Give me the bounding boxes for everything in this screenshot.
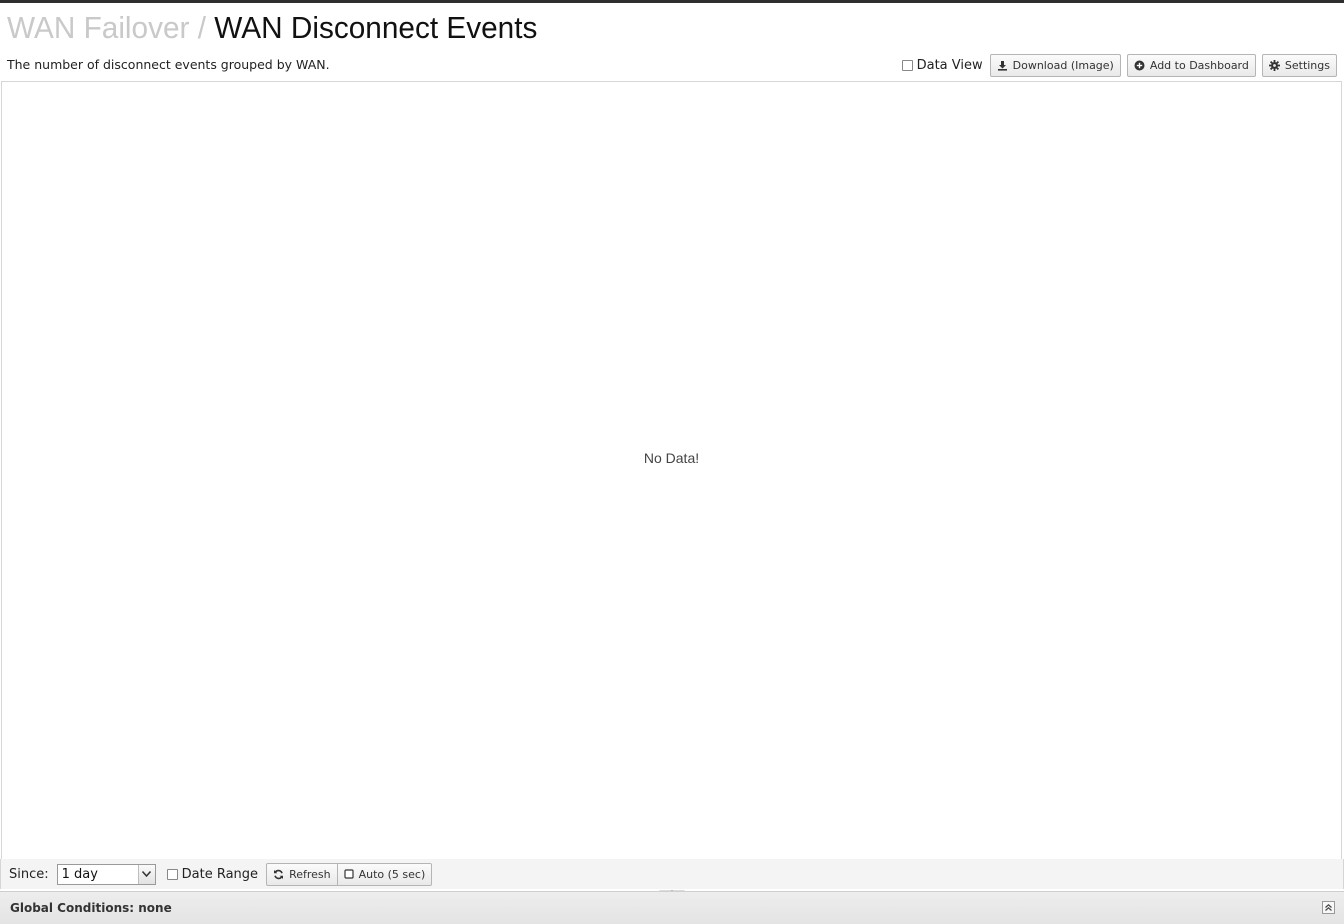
time-controls: Since: 1 day Date Range Refresh Auto (5 …: [0, 859, 1344, 889]
settings-button[interactable]: Settings: [1261, 54, 1337, 77]
checkbox-empty-icon: [344, 869, 354, 879]
expand-up-icon[interactable]: [1322, 901, 1335, 914]
date-range-toggle[interactable]: Date Range: [166, 866, 259, 882]
chevron-down-icon[interactable]: [137, 864, 155, 884]
breadcrumb-separator: /: [197, 10, 207, 45]
add-to-dashboard-label: Add to Dashboard: [1149, 59, 1249, 72]
refresh-icon: [274, 869, 284, 879]
chart-area: No Data!: [1, 81, 1342, 859]
since-selected-value: 1 day: [61, 866, 98, 882]
data-view-label: Data View: [916, 58, 983, 73]
report-title: WAN Disconnect Events: [214, 10, 538, 45]
auto-refresh-label: Auto (5 sec): [358, 867, 426, 881]
download-icon: [997, 61, 1007, 71]
refresh-button[interactable]: Refresh: [266, 862, 338, 886]
download-image-button[interactable]: Download (Image): [989, 54, 1121, 77]
global-conditions-bar[interactable]: Global Conditions: none: [0, 891, 1344, 924]
date-range-label: Date Range: [181, 866, 259, 882]
no-data-message: No Data!: [643, 450, 700, 466]
data-view-toggle[interactable]: Data View: [901, 58, 983, 73]
page-title: WAN Failover / WAN Disconnect Events: [7, 8, 537, 48]
report-toolbar: Data View Download (Image) Add to Dashbo…: [901, 54, 1337, 77]
add-to-dashboard-button[interactable]: Add to Dashboard: [1126, 54, 1256, 77]
breadcrumb-parent-link[interactable]: WAN Failover: [7, 10, 189, 45]
auto-refresh-button[interactable]: Auto (5 sec): [337, 862, 433, 886]
global-conditions-text: Global Conditions: none: [10, 901, 172, 915]
date-range-checkbox[interactable]: [166, 868, 178, 880]
plus-circle-icon: [1134, 60, 1145, 71]
data-view-checkbox[interactable]: [901, 60, 913, 71]
since-label: Since:: [9, 866, 49, 882]
since-select[interactable]: 1 day: [56, 863, 156, 885]
top-border: [0, 0, 1344, 3]
gear-icon: [1268, 60, 1280, 71]
refresh-label: Refresh: [289, 867, 331, 881]
refresh-button-group: Refresh Auto (5 sec): [266, 862, 433, 886]
download-label: Download (Image): [1012, 59, 1114, 72]
report-description: The number of disconnect events grouped …: [7, 57, 330, 72]
settings-label: Settings: [1284, 59, 1330, 72]
